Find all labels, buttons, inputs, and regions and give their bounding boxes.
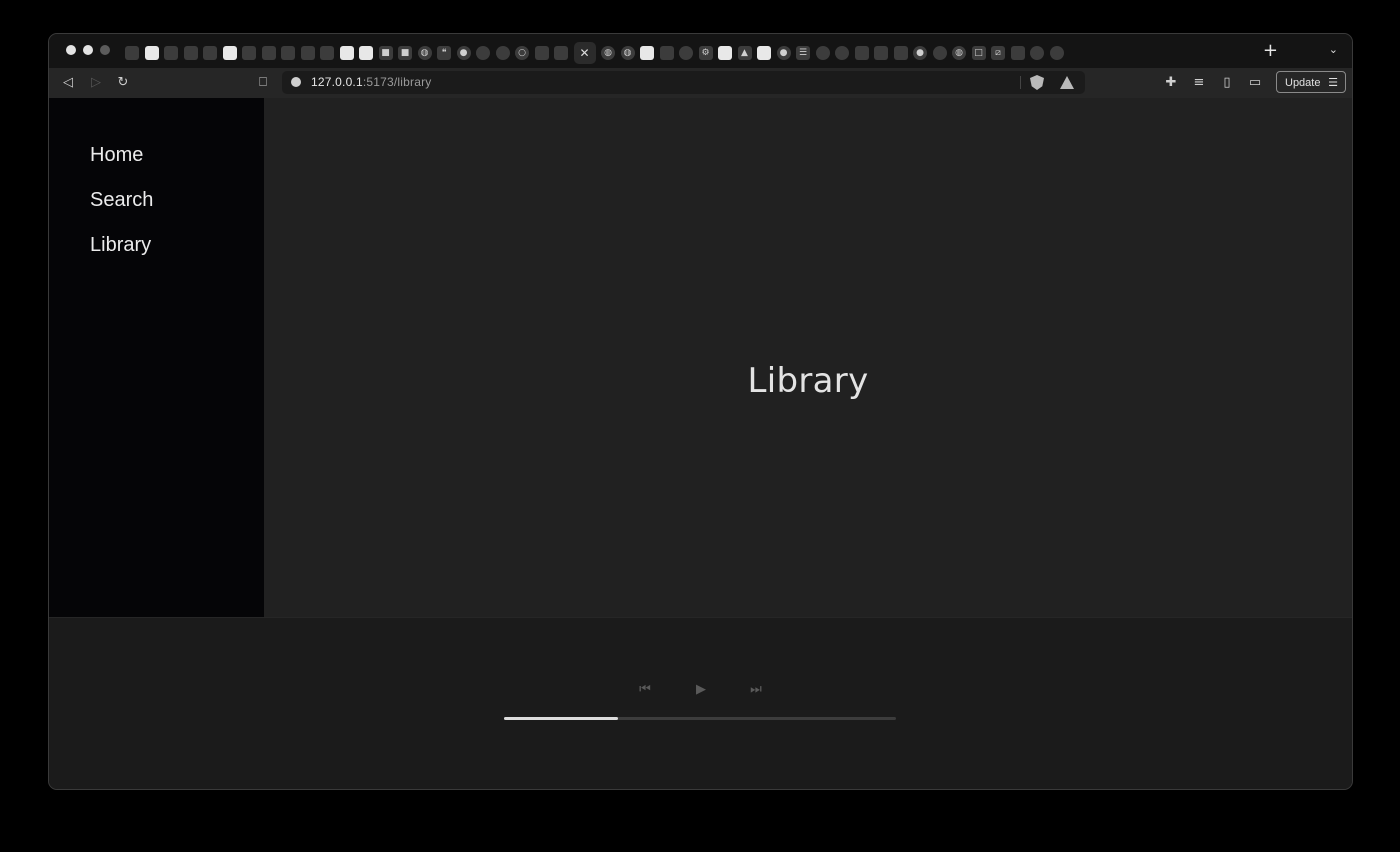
- github-icon[interactable]: ●: [456, 46, 471, 60]
- address-bar[interactable]: 127.0.0.1:5173/library: [282, 71, 1085, 94]
- chrome-icon[interactable]: [1049, 46, 1064, 60]
- gitlab-icon[interactable]: [874, 46, 888, 60]
- bookmark-icon[interactable]: ⎕: [253, 73, 273, 93]
- circle-icon[interactable]: ○: [515, 46, 529, 60]
- android-icon[interactable]: [679, 46, 693, 60]
- cloud-icon[interactable]: [320, 46, 334, 60]
- react-icon[interactable]: [476, 46, 490, 60]
- calendar-icon[interactable]: [757, 46, 771, 60]
- diamond-icon[interactable]: [164, 46, 178, 60]
- github-icon[interactable]: ●: [913, 46, 927, 60]
- globe-icon[interactable]: ◍: [601, 46, 615, 60]
- square-icon[interactable]: □: [971, 46, 986, 60]
- diamond-icon[interactable]: [659, 46, 674, 60]
- skip-back-icon[interactable]: ⏮: [636, 682, 654, 698]
- update-label: Update: [1285, 77, 1321, 89]
- globe-icon[interactable]: ◍: [952, 46, 966, 60]
- vue-icon[interactable]: [932, 46, 947, 60]
- browser-window: ■ ■ ◍ ❝ ● ○ ✕ ◍ ◍ ⚙ ▲ ● ☰ ● ◍ □ ⧄ + ⌄ ◁ ▷ ↻ ⎕ 127.0.0.1:…: [48, 33, 1353, 790]
- docs-icon[interactable]: [640, 46, 654, 60]
- youtube-icon[interactable]: [125, 46, 139, 60]
- wordpress-icon[interactable]: [144, 46, 159, 60]
- vue-icon[interactable]: [495, 46, 510, 60]
- url-host: 127.0.0.1: [311, 75, 363, 89]
- update-button[interactable]: Update ☰: [1276, 71, 1346, 93]
- diamond-icon[interactable]: [854, 46, 869, 60]
- gitlab-icon[interactable]: [1010, 46, 1025, 60]
- github-icon[interactable]: ●: [776, 46, 791, 60]
- brain-icon[interactable]: [815, 46, 830, 60]
- video-icon[interactable]: ■: [398, 46, 412, 60]
- vue-icon[interactable]: [1030, 46, 1044, 60]
- page-title: Library: [747, 360, 869, 401]
- url-path: :5173/library: [362, 75, 432, 89]
- gear-icon[interactable]: ⚙: [698, 46, 713, 60]
- main-content: Library: [264, 98, 1352, 617]
- playlist-icon[interactable]: ≡: [1189, 73, 1209, 93]
- brave-rewards-icon[interactable]: [1060, 76, 1074, 89]
- figma-icon[interactable]: [183, 46, 198, 60]
- dark-icon[interactable]: [893, 46, 908, 60]
- globe-icon[interactable]: ◍: [620, 46, 635, 60]
- gitlab-icon[interactable]: [281, 46, 295, 60]
- progress-bar[interactable]: [504, 717, 896, 720]
- spiral-icon[interactable]: [534, 46, 549, 60]
- site-info-icon[interactable]: [291, 77, 301, 87]
- globe-icon[interactable]: ◍: [417, 46, 432, 60]
- sidebar: Home Search Library: [49, 98, 264, 617]
- sidebar-item-library[interactable]: Library: [90, 234, 151, 257]
- excel-icon[interactable]: [339, 46, 354, 60]
- gitlab-icon[interactable]: [300, 46, 315, 60]
- back-button[interactable]: ◁: [58, 73, 78, 93]
- extensions-icon[interactable]: ✚: [1161, 73, 1181, 93]
- tab-strip: ■ ■ ◍ ❝ ● ○ ✕ ◍ ◍ ⚙ ▲ ● ☰ ● ◍ □ ⧄ + ⌄: [49, 34, 1352, 68]
- window-close-icon[interactable]: [66, 45, 76, 55]
- wallet-icon[interactable]: ▭: [1245, 73, 1265, 93]
- slash-icon[interactable]: ⧄: [991, 46, 1005, 60]
- browser-toolbar: ◁ ▷ ↻ ⎕ 127.0.0.1:5173/library ✚ ≡ ▯ ▭ U…: [49, 68, 1352, 99]
- vue-icon[interactable]: [835, 46, 849, 60]
- tab-list: ■ ■ ◍ ❝ ● ○ ✕ ◍ ◍ ⚙ ▲ ● ☰ ● ◍ □ ⧄: [125, 42, 1280, 64]
- swift-icon[interactable]: [554, 46, 568, 60]
- omnibox-divider: [1020, 76, 1021, 89]
- close-icon[interactable]: ✕: [573, 42, 596, 64]
- list-icon[interactable]: ☰: [796, 46, 810, 60]
- url-text[interactable]: 127.0.0.1:5173/library: [311, 75, 432, 89]
- tab-search-button[interactable]: ⌄: [1329, 43, 1338, 56]
- sidebar-item-search[interactable]: Search: [90, 189, 153, 212]
- layers-icon[interactable]: [203, 46, 217, 60]
- video-icon[interactable]: ■: [378, 46, 393, 60]
- hexagon-icon[interactable]: [242, 46, 256, 60]
- triangle-icon[interactable]: ▲: [737, 46, 752, 60]
- menu-icon: ☰: [1328, 76, 1338, 89]
- window-zoom-icon[interactable]: [100, 45, 110, 55]
- progress-fill: [504, 717, 618, 720]
- window-minimize-icon[interactable]: [83, 45, 93, 55]
- quote-icon[interactable]: ❝: [437, 46, 451, 60]
- skip-forward-icon[interactable]: ⏭: [747, 682, 765, 698]
- sidebar-toggle-icon[interactable]: ▯: [1217, 73, 1237, 93]
- reload-button[interactable]: ↻: [113, 73, 133, 93]
- sidebar-item-home[interactable]: Home: [90, 144, 143, 167]
- forward-button[interactable]: ▷: [86, 73, 106, 93]
- folder-icon[interactable]: [359, 46, 373, 60]
- slack-icon[interactable]: [261, 46, 276, 60]
- brave-shields-icon[interactable]: [1030, 75, 1044, 90]
- play-icon[interactable]: ▶: [692, 682, 710, 698]
- wordpress-icon[interactable]: [718, 46, 732, 60]
- wordpress-icon[interactable]: [222, 46, 237, 60]
- new-tab-button[interactable]: +: [1263, 41, 1278, 61]
- player-bar: ⏮ ▶ ⏭: [49, 617, 1352, 789]
